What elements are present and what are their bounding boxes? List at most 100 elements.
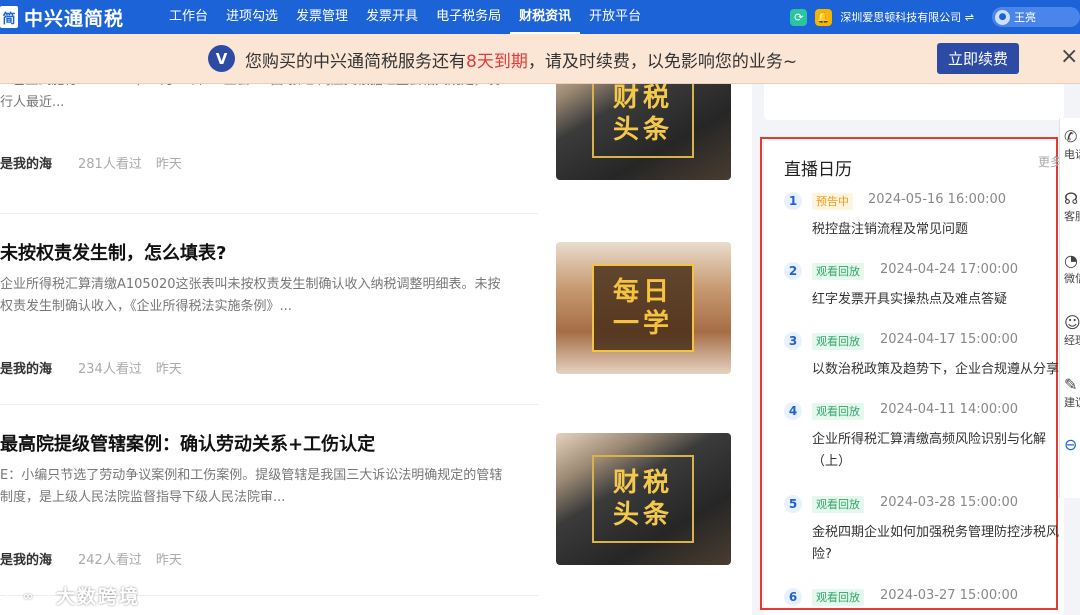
replay-badge[interactable]: 观看回放 — [812, 333, 864, 350]
live-calendar-title: 直播日历 — [784, 160, 852, 180]
account-manager[interactable]: ☺ 经理 — [1064, 314, 1080, 348]
article-views: 242人看过 — [78, 553, 142, 568]
thumbnail-caption-line: 头条 — [612, 500, 673, 530]
notification-bell-icon[interactable]: 🔔 — [815, 8, 833, 26]
thumbnail-caption-line: 财税 — [612, 468, 673, 498]
renewal-text-before: 您购买的中兴通简税服务还有 — [245, 52, 466, 72]
article-views: 234人看过 — [78, 362, 142, 377]
renew-button[interactable]: 立即续费 — [937, 43, 1019, 74]
replay-badge[interactable]: 观看回放 — [812, 496, 864, 513]
item-number: 6 — [784, 588, 802, 606]
article-meta: 是我的海 242人看过 昨天 — [0, 549, 182, 568]
thumbnail-caption-line: 头条 — [612, 115, 673, 145]
app-logo[interactable]: 简 中兴通简税 — [0, 0, 124, 34]
headset-icon: ☊ — [1064, 189, 1079, 208]
company-switcher[interactable]: 深圳爱思顿科技有限公司 ⇌ — [840, 9, 974, 25]
replay-badge[interactable]: 观看回放 — [812, 403, 864, 420]
article-author[interactable]: 是我的海 — [0, 157, 52, 172]
article-thumbnail[interactable]: 财税 头条 — [556, 433, 731, 565]
article-thumbnail[interactable]: 财税 头条 — [556, 84, 731, 180]
thumbnail-caption-line: 每日 — [612, 277, 673, 307]
phone-icon: ✆ — [1064, 127, 1078, 146]
close-icon[interactable]: × — [1060, 44, 1078, 69]
thumbnail-caption: 财税 头条 — [592, 455, 694, 543]
nav-tax-news[interactable]: 财税资讯 — [510, 0, 581, 34]
article-meta: 是我的海 234人看过 昨天 — [0, 358, 182, 377]
collapse-toggle[interactable]: ⊖ — [1064, 436, 1080, 454]
live-time: 2024-04-24 17:00:00 — [880, 262, 1019, 277]
article-summary: E：小编只节选了劳动争议案例和工伤案例。提级管辖是我国三大诉讼法明确规定的管辖制… — [0, 468, 503, 505]
user-name: 王亮 — [1014, 11, 1036, 24]
main-nav: 工作台 进项勾选 发票管理 发票开具 电子税务局 财税资讯 开放平台 — [160, 0, 650, 34]
thumbnail-caption-line: 财税 — [612, 84, 673, 113]
live-title[interactable]: 企业所得税汇算清缴高频风险识别与化解（上） — [812, 429, 1062, 473]
logo-icon: 简 — [0, 6, 18, 28]
divider — [0, 213, 538, 214]
sidebar-label: 经理 — [1064, 334, 1080, 347]
article-views: 281人看过 — [78, 157, 142, 172]
sidebar-label: 电话 — [1064, 148, 1080, 161]
live-title[interactable]: 税控盘注销流程及常见问题 — [812, 219, 1062, 241]
live-time: 2024-04-11 14:00:00 — [880, 402, 1019, 417]
item-number: 1 — [784, 192, 802, 210]
nav-invoice-issue[interactable]: 发票开具 — [357, 0, 427, 34]
app-name: 中兴通简税 — [24, 7, 125, 30]
article-author[interactable]: 是我的海 — [0, 553, 52, 568]
nav-open-platform[interactable]: 开放平台 — [580, 0, 650, 34]
avatar: ● — [995, 9, 1010, 25]
item-number: 3 — [784, 332, 802, 350]
refresh-icon[interactable]: ⟳ — [790, 8, 808, 26]
renewal-message: 您购买的中兴通简税服务还有8天到期，请及时续费，以免影响您的业务~ — [245, 47, 797, 72]
nav-invoice-management[interactable]: 发票管理 — [287, 0, 357, 34]
suggest-icon: ✎ — [1064, 375, 1078, 394]
live-time: 2024-04-17 15:00:00 — [880, 332, 1019, 347]
item-number: 2 — [784, 262, 802, 280]
article-meta: 是我的海 281人看过 昨天 — [0, 153, 182, 172]
renewal-text-after: ，请及时续费，以免影响您的业务~ — [527, 52, 798, 72]
thumbnail-caption: 财税 头条 — [592, 84, 694, 158]
live-time: 2024-05-16 16:00:00 — [868, 192, 1007, 207]
sidebar-label: 建议 — [1064, 396, 1080, 409]
article-thumbnail[interactable]: 每日 一学 — [556, 242, 731, 374]
nav-input-selection[interactable]: 进项勾选 — [217, 0, 287, 34]
thumbnail-caption: 每日 一学 — [592, 264, 694, 352]
article-time: 昨天 — [155, 157, 182, 172]
sidebar-label: 客服 — [1064, 210, 1080, 223]
topbar-right: ⟳ 🔔 深圳爱思顿科技有限公司 ⇌ ● 王亮 — [790, 0, 1080, 34]
live-time: 2024-03-27 15:00:00 — [880, 588, 1019, 603]
collapse-icon: ⊖ — [1064, 435, 1078, 454]
thumbnail-caption-line: 一学 — [612, 309, 673, 339]
service-sidebar: ✆ 电话 ☊ 客服 ◔ 微信 ☺ 经理 ✎ 建议 ⊖ — [1059, 118, 1080, 498]
nav-workbench[interactable]: 工作台 — [160, 0, 217, 34]
live-title[interactable]: 金税四期企业如何加强税务管理防控涉税风险? — [812, 522, 1062, 566]
article-summary: 企业所得税汇算清缴A105020这张表叫未按权责发生制确认收入纳税调整明细表。未… — [0, 277, 501, 314]
replay-badge[interactable]: 观看回放 — [812, 263, 864, 280]
vip-badge-icon: V — [208, 45, 235, 72]
live-title[interactable]: 红字发票开具实操热点及难点答疑 — [812, 289, 1062, 311]
item-number: 4 — [784, 402, 802, 420]
wechat-icon: ◔ — [1064, 251, 1078, 270]
status-badge: 预告中 — [812, 193, 853, 210]
renewal-banner: V 您购买的中兴通简税服务还有8天到期，请及时续费，以免影响您的业务~ 立即续费… — [0, 34, 1080, 84]
manager-icon: ☺ — [1064, 313, 1080, 332]
phone-contact[interactable]: ✆ 电话 — [1064, 128, 1080, 162]
article-time: 昨天 — [155, 553, 182, 568]
article-title[interactable]: 未按权责发生制，怎么填表? — [0, 239, 226, 265]
article-feed: ...已正式施行 ... 2024年05月16日 ... 上会 ... 曲 张虹… — [0, 84, 752, 615]
wechat-contact[interactable]: ◔ 微信 — [1064, 252, 1080, 286]
live-title[interactable]: 以数治税政策及趋势下，企业合规遵从分享 — [812, 359, 1062, 381]
replay-badge[interactable]: 观看回放 — [812, 589, 864, 606]
top-card — [764, 84, 1064, 120]
nav-e-tax-bureau[interactable]: 电子税务局 — [427, 0, 510, 34]
live-time: 2024-03-28 15:00:00 — [880, 495, 1019, 510]
watermark-text: 大数跨境 — [56, 586, 141, 608]
customer-service[interactable]: ☊ 客服 — [1064, 190, 1080, 224]
article-time: 昨天 — [155, 362, 182, 377]
article-title[interactable]: 最高院提级管辖案例：确认劳动关系+工伤认定 — [0, 430, 375, 456]
item-number: 5 — [784, 495, 802, 513]
user-menu[interactable]: ● 王亮 — [992, 7, 1080, 27]
article-summary: ...已正式施行 ... 2024年05月16日 ... 上会 ... 曲 张虹… — [0, 84, 500, 110]
article-author[interactable]: 是我的海 — [0, 362, 52, 377]
suggestion[interactable]: ✎ 建议 — [1064, 376, 1080, 410]
watermark-icon: ∞ — [6, 583, 50, 608]
